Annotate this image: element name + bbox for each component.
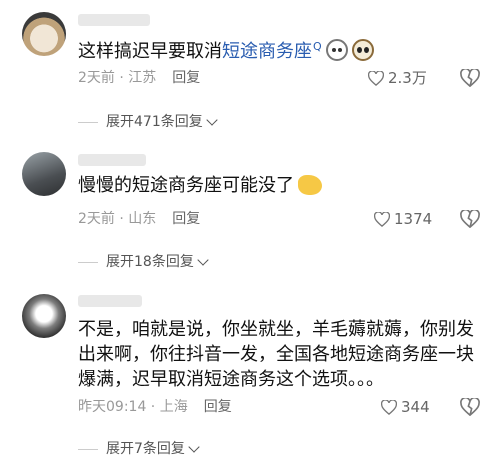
comment-line: 不是，咱就是说，你坐就坐，羊毛薅就薅，你别发 xyxy=(78,319,474,340)
comment-text: 不是，咱就是说，你坐就坐，羊毛薅就薅，你别发 出来啊，你往抖音一发，全国各地短途… xyxy=(78,317,474,392)
expand-replies-button[interactable]: 展开471条回复 xyxy=(78,113,218,131)
expand-label: 展开18条回复 xyxy=(106,254,194,270)
cat-emoji-icon xyxy=(325,39,348,61)
dislike-icon[interactable] xyxy=(460,398,480,416)
username[interactable] xyxy=(78,14,150,26)
comment-line: 出来啊，你往抖音一发，全国各地短途商务座一块 xyxy=(78,344,474,365)
divider-dash xyxy=(78,448,98,450)
reply-button[interactable]: 回复 xyxy=(172,70,200,86)
expand-label: 展开471条回复 xyxy=(106,114,203,130)
heart-icon xyxy=(368,70,384,86)
like-count: 344 xyxy=(401,398,430,416)
like-count: 2.3万 xyxy=(388,69,427,87)
clapping-hand-emoji-icon xyxy=(298,175,322,195)
reply-button[interactable]: 回复 xyxy=(204,399,232,415)
comment-meta: 2天前 · 山东 回复 xyxy=(78,210,200,228)
chevron-down-icon xyxy=(206,114,218,126)
timestamp-location: 2天前 · 山东 xyxy=(78,211,157,227)
avatar[interactable] xyxy=(22,152,66,196)
like-button[interactable]: 344 xyxy=(381,398,430,416)
comment-text: 慢慢的短途商务座可能没了 xyxy=(78,174,322,198)
search-icon[interactable]: Q xyxy=(313,40,322,53)
dislike-icon[interactable] xyxy=(460,69,480,87)
reply-button[interactable]: 回复 xyxy=(172,211,200,227)
heart-icon xyxy=(381,399,397,415)
chevron-down-icon xyxy=(188,441,200,453)
expand-replies-button[interactable]: 展开18条回复 xyxy=(78,253,209,271)
like-count: 1374 xyxy=(394,210,433,228)
comment-text: 这样搞迟早要取消短途商务座Q xyxy=(78,35,374,64)
divider-dash xyxy=(78,261,98,263)
dog-emoji-icon xyxy=(351,39,374,61)
username[interactable] xyxy=(78,295,142,307)
divider-dash xyxy=(78,121,98,123)
avatar[interactable] xyxy=(22,12,66,56)
comment-text-part: 慢慢的短途商务座可能没了 xyxy=(78,175,294,196)
timestamp-location: 昨天09:14 · 上海 xyxy=(78,399,188,415)
heart-icon xyxy=(374,211,390,227)
comment-meta: 2天前 · 江苏 回复 xyxy=(78,69,200,87)
like-button[interactable]: 2.3万 xyxy=(368,69,427,87)
like-button[interactable]: 1374 xyxy=(374,210,432,228)
comment-line: 爆满，迟早取消短途商务这个选项。。。 xyxy=(78,369,384,390)
comment-meta: 昨天09:14 · 上海 回复 xyxy=(78,398,232,416)
dislike-icon[interactable] xyxy=(460,210,480,228)
expand-replies-button[interactable]: 展开7条回复 xyxy=(78,440,200,458)
topic-link[interactable]: 短途商务座 xyxy=(222,41,312,62)
chevron-down-icon xyxy=(197,254,209,266)
comment-text-part: 这样搞迟早要取消 xyxy=(78,41,222,62)
username[interactable] xyxy=(78,154,146,166)
avatar[interactable] xyxy=(22,294,66,338)
timestamp-location: 2天前 · 江苏 xyxy=(78,70,157,86)
expand-label: 展开7条回复 xyxy=(106,441,185,457)
